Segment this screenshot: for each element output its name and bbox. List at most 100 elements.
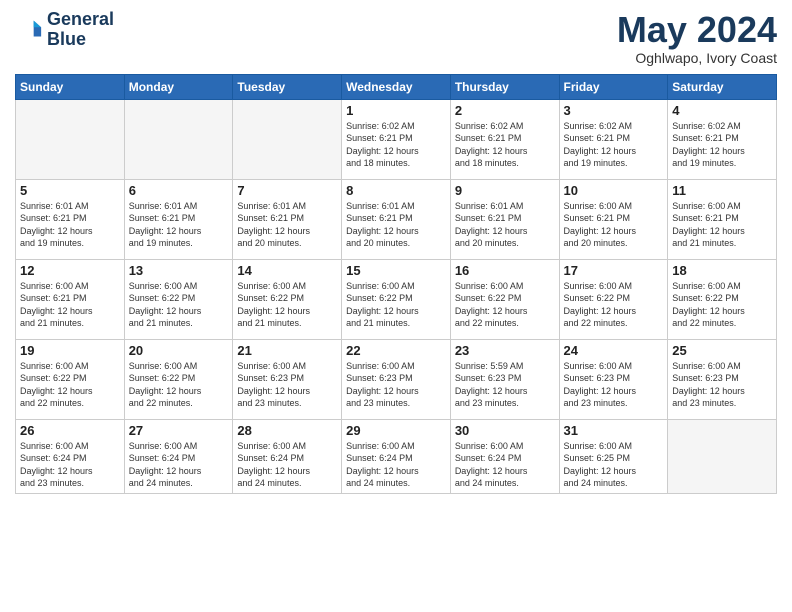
day-info: Sunrise: 6:00 AM Sunset: 6:21 PM Dayligh… bbox=[564, 200, 664, 250]
day-number: 29 bbox=[346, 423, 446, 438]
days-header-row: SundayMondayTuesdayWednesdayThursdayFrid… bbox=[16, 74, 777, 99]
calendar-cell: 4 Sunrise: 6:02 AM Sunset: 6:21 PM Daylig… bbox=[668, 99, 777, 179]
calendar-cell: 16Sunrise: 6:00 AM Sunset: 6:22 PM Dayli… bbox=[450, 259, 559, 339]
calendar-cell: 6 Sunrise: 6:01 AM Sunset: 6:21 PM Daylig… bbox=[124, 179, 233, 259]
logo: General Blue bbox=[15, 10, 114, 50]
day-info: Sunrise: 6:00 AM Sunset: 6:22 PM Dayligh… bbox=[237, 280, 337, 330]
logo-text: General Blue bbox=[47, 10, 114, 50]
day-number: 8 bbox=[346, 183, 446, 198]
day-header-friday: Friday bbox=[559, 74, 668, 99]
calendar-cell: 8 Sunrise: 6:01 AM Sunset: 6:21 PM Daylig… bbox=[342, 179, 451, 259]
calendar-cell: 20Sunrise: 6:00 AM Sunset: 6:22 PM Dayli… bbox=[124, 339, 233, 419]
logo-icon bbox=[15, 16, 43, 44]
day-number: 27 bbox=[129, 423, 229, 438]
day-header-tuesday: Tuesday bbox=[233, 74, 342, 99]
day-number: 30 bbox=[455, 423, 555, 438]
day-info: Sunrise: 6:02 AM Sunset: 6:21 PM Dayligh… bbox=[346, 120, 446, 170]
day-number: 10 bbox=[564, 183, 664, 198]
day-header-sunday: Sunday bbox=[16, 74, 125, 99]
day-number: 3 bbox=[564, 103, 664, 118]
week-row-4: 19Sunrise: 6:00 AM Sunset: 6:22 PM Dayli… bbox=[16, 339, 777, 419]
day-number: 21 bbox=[237, 343, 337, 358]
week-row-3: 12 Sunrise: 6:00 AM Sunset: 6:21 PM Dayli… bbox=[16, 259, 777, 339]
calendar-cell: 25Sunrise: 6:00 AM Sunset: 6:23 PM Dayli… bbox=[668, 339, 777, 419]
day-info: Sunrise: 6:01 AM Sunset: 6:21 PM Dayligh… bbox=[20, 200, 120, 250]
calendar-cell bbox=[668, 419, 777, 493]
day-info: Sunrise: 6:00 AM Sunset: 6:22 PM Dayligh… bbox=[20, 360, 120, 410]
day-header-saturday: Saturday bbox=[668, 74, 777, 99]
day-info: Sunrise: 6:00 AM Sunset: 6:22 PM Dayligh… bbox=[346, 280, 446, 330]
day-header-wednesday: Wednesday bbox=[342, 74, 451, 99]
calendar-cell: 9 Sunrise: 6:01 AM Sunset: 6:21 PM Daylig… bbox=[450, 179, 559, 259]
day-number: 17 bbox=[564, 263, 664, 278]
header: General Blue May 2024 Oghlwapo, Ivory Co… bbox=[15, 10, 777, 66]
week-row-5: 26 Sunrise: 6:00 AM Sunset: 6:24 PM Dayli… bbox=[16, 419, 777, 493]
day-number: 2 bbox=[455, 103, 555, 118]
calendar-cell: 11 Sunrise: 6:00 AM Sunset: 6:21 PM Dayli… bbox=[668, 179, 777, 259]
calendar-cell: 19Sunrise: 6:00 AM Sunset: 6:22 PM Dayli… bbox=[16, 339, 125, 419]
week-row-1: 1Sunrise: 6:02 AM Sunset: 6:21 PM Daylig… bbox=[16, 99, 777, 179]
day-number: 13 bbox=[129, 263, 229, 278]
day-info: Sunrise: 6:00 AM Sunset: 6:22 PM Dayligh… bbox=[564, 280, 664, 330]
calendar-cell: 15 Sunrise: 6:00 AM Sunset: 6:22 PM Dayli… bbox=[342, 259, 451, 339]
day-info: Sunrise: 6:00 AM Sunset: 6:24 PM Dayligh… bbox=[237, 440, 337, 490]
calendar-subtitle: Oghlwapo, Ivory Coast bbox=[617, 50, 777, 66]
day-info: Sunrise: 6:00 AM Sunset: 6:21 PM Dayligh… bbox=[672, 200, 772, 250]
day-info: Sunrise: 6:00 AM Sunset: 6:24 PM Dayligh… bbox=[20, 440, 120, 490]
day-info: Sunrise: 6:00 AM Sunset: 6:21 PM Dayligh… bbox=[20, 280, 120, 330]
day-info: Sunrise: 6:01 AM Sunset: 6:21 PM Dayligh… bbox=[129, 200, 229, 250]
calendar-cell: 2 Sunrise: 6:02 AM Sunset: 6:21 PM Daylig… bbox=[450, 99, 559, 179]
title-block: May 2024 Oghlwapo, Ivory Coast bbox=[617, 10, 777, 66]
day-number: 15 bbox=[346, 263, 446, 278]
day-number: 4 bbox=[672, 103, 772, 118]
day-number: 11 bbox=[672, 183, 772, 198]
calendar-cell bbox=[124, 99, 233, 179]
calendar-cell: 31Sunrise: 6:00 AM Sunset: 6:25 PM Dayli… bbox=[559, 419, 668, 493]
day-number: 7 bbox=[237, 183, 337, 198]
day-number: 18 bbox=[672, 263, 772, 278]
day-number: 6 bbox=[129, 183, 229, 198]
calendar-page: General Blue May 2024 Oghlwapo, Ivory Co… bbox=[0, 0, 792, 612]
calendar-cell: 7 Sunrise: 6:01 AM Sunset: 6:21 PM Daylig… bbox=[233, 179, 342, 259]
day-header-monday: Monday bbox=[124, 74, 233, 99]
day-info: Sunrise: 6:00 AM Sunset: 6:24 PM Dayligh… bbox=[455, 440, 555, 490]
day-number: 22 bbox=[346, 343, 446, 358]
calendar-cell: 27Sunrise: 6:00 AM Sunset: 6:24 PM Dayli… bbox=[124, 419, 233, 493]
day-number: 23 bbox=[455, 343, 555, 358]
day-header-thursday: Thursday bbox=[450, 74, 559, 99]
day-info: Sunrise: 6:00 AM Sunset: 6:22 PM Dayligh… bbox=[455, 280, 555, 330]
calendar-cell: 18Sunrise: 6:00 AM Sunset: 6:22 PM Dayli… bbox=[668, 259, 777, 339]
calendar-cell: 24 Sunrise: 6:00 AM Sunset: 6:23 PM Dayli… bbox=[559, 339, 668, 419]
day-info: Sunrise: 6:01 AM Sunset: 6:21 PM Dayligh… bbox=[455, 200, 555, 250]
calendar-cell: 28 Sunrise: 6:00 AM Sunset: 6:24 PM Dayli… bbox=[233, 419, 342, 493]
day-info: Sunrise: 6:00 AM Sunset: 6:23 PM Dayligh… bbox=[237, 360, 337, 410]
calendar-cell bbox=[233, 99, 342, 179]
calendar-cell: 12 Sunrise: 6:00 AM Sunset: 6:21 PM Dayli… bbox=[16, 259, 125, 339]
day-number: 24 bbox=[564, 343, 664, 358]
logo-line1: General bbox=[47, 10, 114, 30]
day-number: 31 bbox=[564, 423, 664, 438]
day-number: 25 bbox=[672, 343, 772, 358]
day-info: Sunrise: 6:01 AM Sunset: 6:21 PM Dayligh… bbox=[346, 200, 446, 250]
day-info: Sunrise: 6:00 AM Sunset: 6:24 PM Dayligh… bbox=[346, 440, 446, 490]
day-info: Sunrise: 6:00 AM Sunset: 6:22 PM Dayligh… bbox=[129, 280, 229, 330]
day-info: Sunrise: 6:02 AM Sunset: 6:21 PM Dayligh… bbox=[564, 120, 664, 170]
calendar-cell: 5Sunrise: 6:01 AM Sunset: 6:21 PM Daylig… bbox=[16, 179, 125, 259]
day-info: Sunrise: 6:02 AM Sunset: 6:21 PM Dayligh… bbox=[455, 120, 555, 170]
logo-line2: Blue bbox=[47, 30, 114, 50]
calendar-cell: 22 Sunrise: 6:00 AM Sunset: 6:23 PM Dayli… bbox=[342, 339, 451, 419]
day-number: 9 bbox=[455, 183, 555, 198]
calendar-cell: 21 Sunrise: 6:00 AM Sunset: 6:23 PM Dayli… bbox=[233, 339, 342, 419]
day-number: 14 bbox=[237, 263, 337, 278]
calendar-cell: 29 Sunrise: 6:00 AM Sunset: 6:24 PM Dayli… bbox=[342, 419, 451, 493]
day-info: Sunrise: 6:02 AM Sunset: 6:21 PM Dayligh… bbox=[672, 120, 772, 170]
day-info: Sunrise: 5:59 AM Sunset: 6:23 PM Dayligh… bbox=[455, 360, 555, 410]
day-info: Sunrise: 6:01 AM Sunset: 6:21 PM Dayligh… bbox=[237, 200, 337, 250]
calendar-table: SundayMondayTuesdayWednesdayThursdayFrid… bbox=[15, 74, 777, 494]
week-row-2: 5Sunrise: 6:01 AM Sunset: 6:21 PM Daylig… bbox=[16, 179, 777, 259]
day-number: 12 bbox=[20, 263, 120, 278]
day-info: Sunrise: 6:00 AM Sunset: 6:23 PM Dayligh… bbox=[346, 360, 446, 410]
day-info: Sunrise: 6:00 AM Sunset: 6:23 PM Dayligh… bbox=[564, 360, 664, 410]
day-number: 26 bbox=[20, 423, 120, 438]
day-number: 28 bbox=[237, 423, 337, 438]
